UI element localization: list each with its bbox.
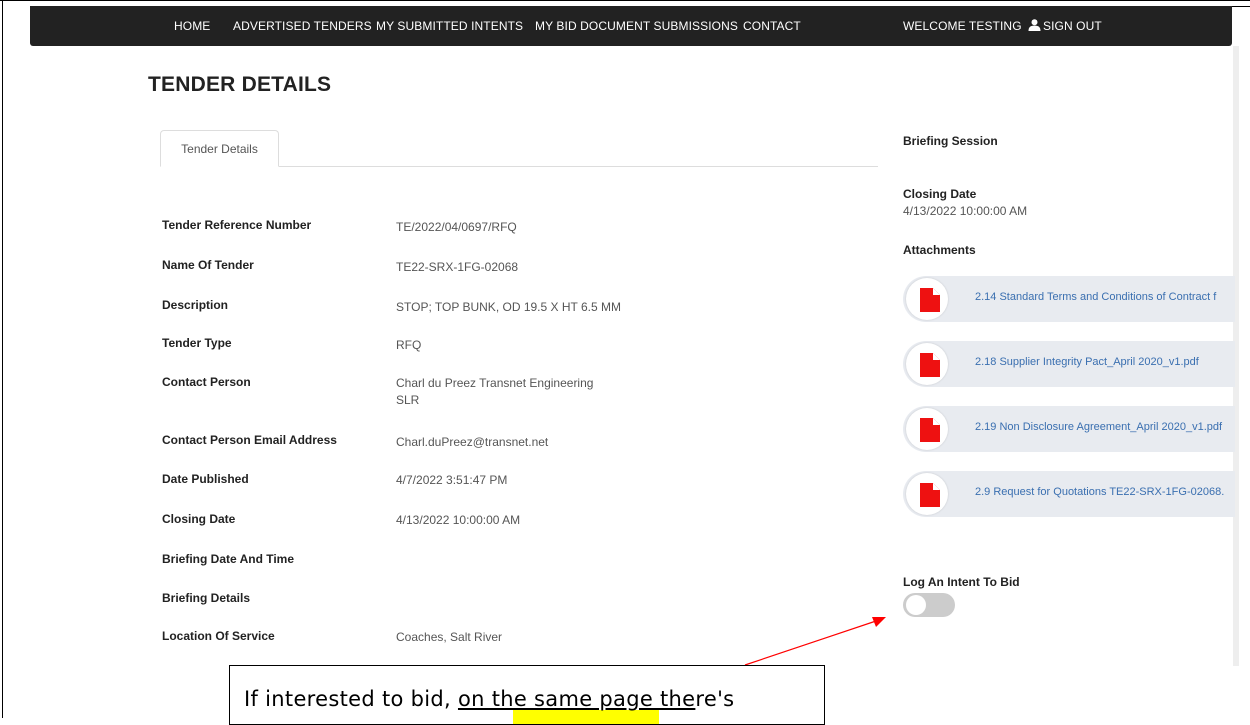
label-tender-reference-number: Tender Reference Number <box>162 218 312 232</box>
closing-date-heading: Closing Date <box>903 187 977 201</box>
nav-advertised-tenders[interactable]: ADVERTISED TENDERS <box>233 6 372 46</box>
top-navbar: HOME ADVERTISED TENDERS MY SUBMITTED INT… <box>30 6 1232 46</box>
attachment-icon-badge <box>906 473 948 515</box>
attachment-item[interactable]: 2.18 Supplier Integrity Pact_April 2020_… <box>903 341 1235 387</box>
nav-my-submitted-intents[interactable]: MY SUBMITTED INTENTS <box>376 6 523 46</box>
attachment-link[interactable]: 2.14 Standard Terms and Conditions of Co… <box>975 291 1216 303</box>
label-contact-email: Contact Person Email Address <box>162 433 337 447</box>
page-title: TENDER DETAILS <box>148 73 332 96</box>
value-tender-type: RFQ <box>396 338 422 352</box>
value-date-published: 4/7/2022 3:51:47 PM <box>396 473 508 487</box>
attachment-icon-badge <box>906 343 948 385</box>
pdf-icon <box>920 483 940 507</box>
nav-welcome[interactable]: WELCOME TESTING <box>903 6 1041 46</box>
label-closing-date: Closing Date <box>162 512 236 526</box>
value-contact-person-line2: SLR <box>396 393 420 407</box>
nav-contact[interactable]: CONTACT <box>743 6 801 46</box>
annotation-callout: If interested to bid, on the same page t… <box>229 665 825 725</box>
label-contact-person: Contact Person <box>162 375 251 389</box>
pdf-icon <box>920 418 940 442</box>
label-name-of-tender: Name Of Tender <box>162 258 254 272</box>
frame-left-border <box>2 0 3 718</box>
callout-text-underlined: on the same page the <box>457 687 696 711</box>
callout-text-part1: If interested to bid, <box>244 687 458 711</box>
label-tender-type: Tender Type <box>162 336 232 350</box>
attachments-heading: Attachments <box>903 243 976 257</box>
attachment-icon-badge <box>906 408 948 450</box>
label-briefing-details: Briefing Details <box>162 591 251 605</box>
value-contact-email: Charl.duPreez@transnet.net <box>396 435 549 449</box>
attachment-link[interactable]: 2.9 Request for Quotations TE22-SRX-1FG-… <box>975 486 1224 498</box>
callout-text-part3: re's <box>695 687 735 711</box>
tab-tender-details[interactable]: Tender Details <box>160 130 279 167</box>
label-briefing-date-and-time: Briefing Date And Time <box>162 552 295 566</box>
toggle-knob <box>906 595 926 615</box>
log-intent-label: Log An Intent To Bid <box>903 575 1020 589</box>
pdf-icon <box>920 288 940 312</box>
attachment-item[interactable]: 2.19 Non Disclosure Agreement_April 2020… <box>903 406 1235 452</box>
intent-to-bid-toggle[interactable] <box>903 593 955 617</box>
nav-my-bid-document-submissions[interactable]: MY BID DOCUMENT SUBMISSIONS <box>535 6 738 46</box>
label-date-published: Date Published <box>162 472 249 486</box>
label-location-of-service: Location Of Service <box>162 629 275 643</box>
attachment-link[interactable]: 2.19 Non Disclosure Agreement_April 2020… <box>975 421 1222 433</box>
value-location-of-service: Coaches, Salt River <box>396 630 503 644</box>
nav-sign-out[interactable]: SIGN OUT <box>1043 6 1102 46</box>
attachment-item[interactable]: 2.14 Standard Terms and Conditions of Co… <box>903 276 1235 322</box>
value-tender-reference-number: TE/2022/04/0697/RFQ <box>396 220 517 234</box>
closing-date-value: 4/13/2022 10:00:00 AM <box>903 204 1028 218</box>
label-description: Description <box>162 298 229 312</box>
attachment-link[interactable]: 2.18 Supplier Integrity Pact_April 2020_… <box>975 356 1199 368</box>
attachment-icon-badge <box>906 278 948 320</box>
value-name-of-tender: TE22-SRX-1FG-02068 <box>396 260 519 274</box>
user-icon <box>1028 19 1041 31</box>
welcome-text: WELCOME TESTING <box>903 19 1022 33</box>
value-contact-person: Charl du Preez Transnet Engineering <box>396 376 594 390</box>
attachment-item[interactable]: 2.9 Request for Quotations TE22-SRX-1FG-… <box>903 471 1235 517</box>
nav-home[interactable]: HOME <box>174 6 210 46</box>
briefing-session-heading: Briefing Session <box>903 134 998 148</box>
value-description: STOP; TOP BUNK, OD 19.5 X HT 6.5 MM <box>396 300 621 314</box>
pdf-icon <box>920 353 940 377</box>
callout-text: If interested to bid, on the same page t… <box>244 687 734 711</box>
value-closing-date: 4/13/2022 10:00:00 AM <box>396 513 521 527</box>
